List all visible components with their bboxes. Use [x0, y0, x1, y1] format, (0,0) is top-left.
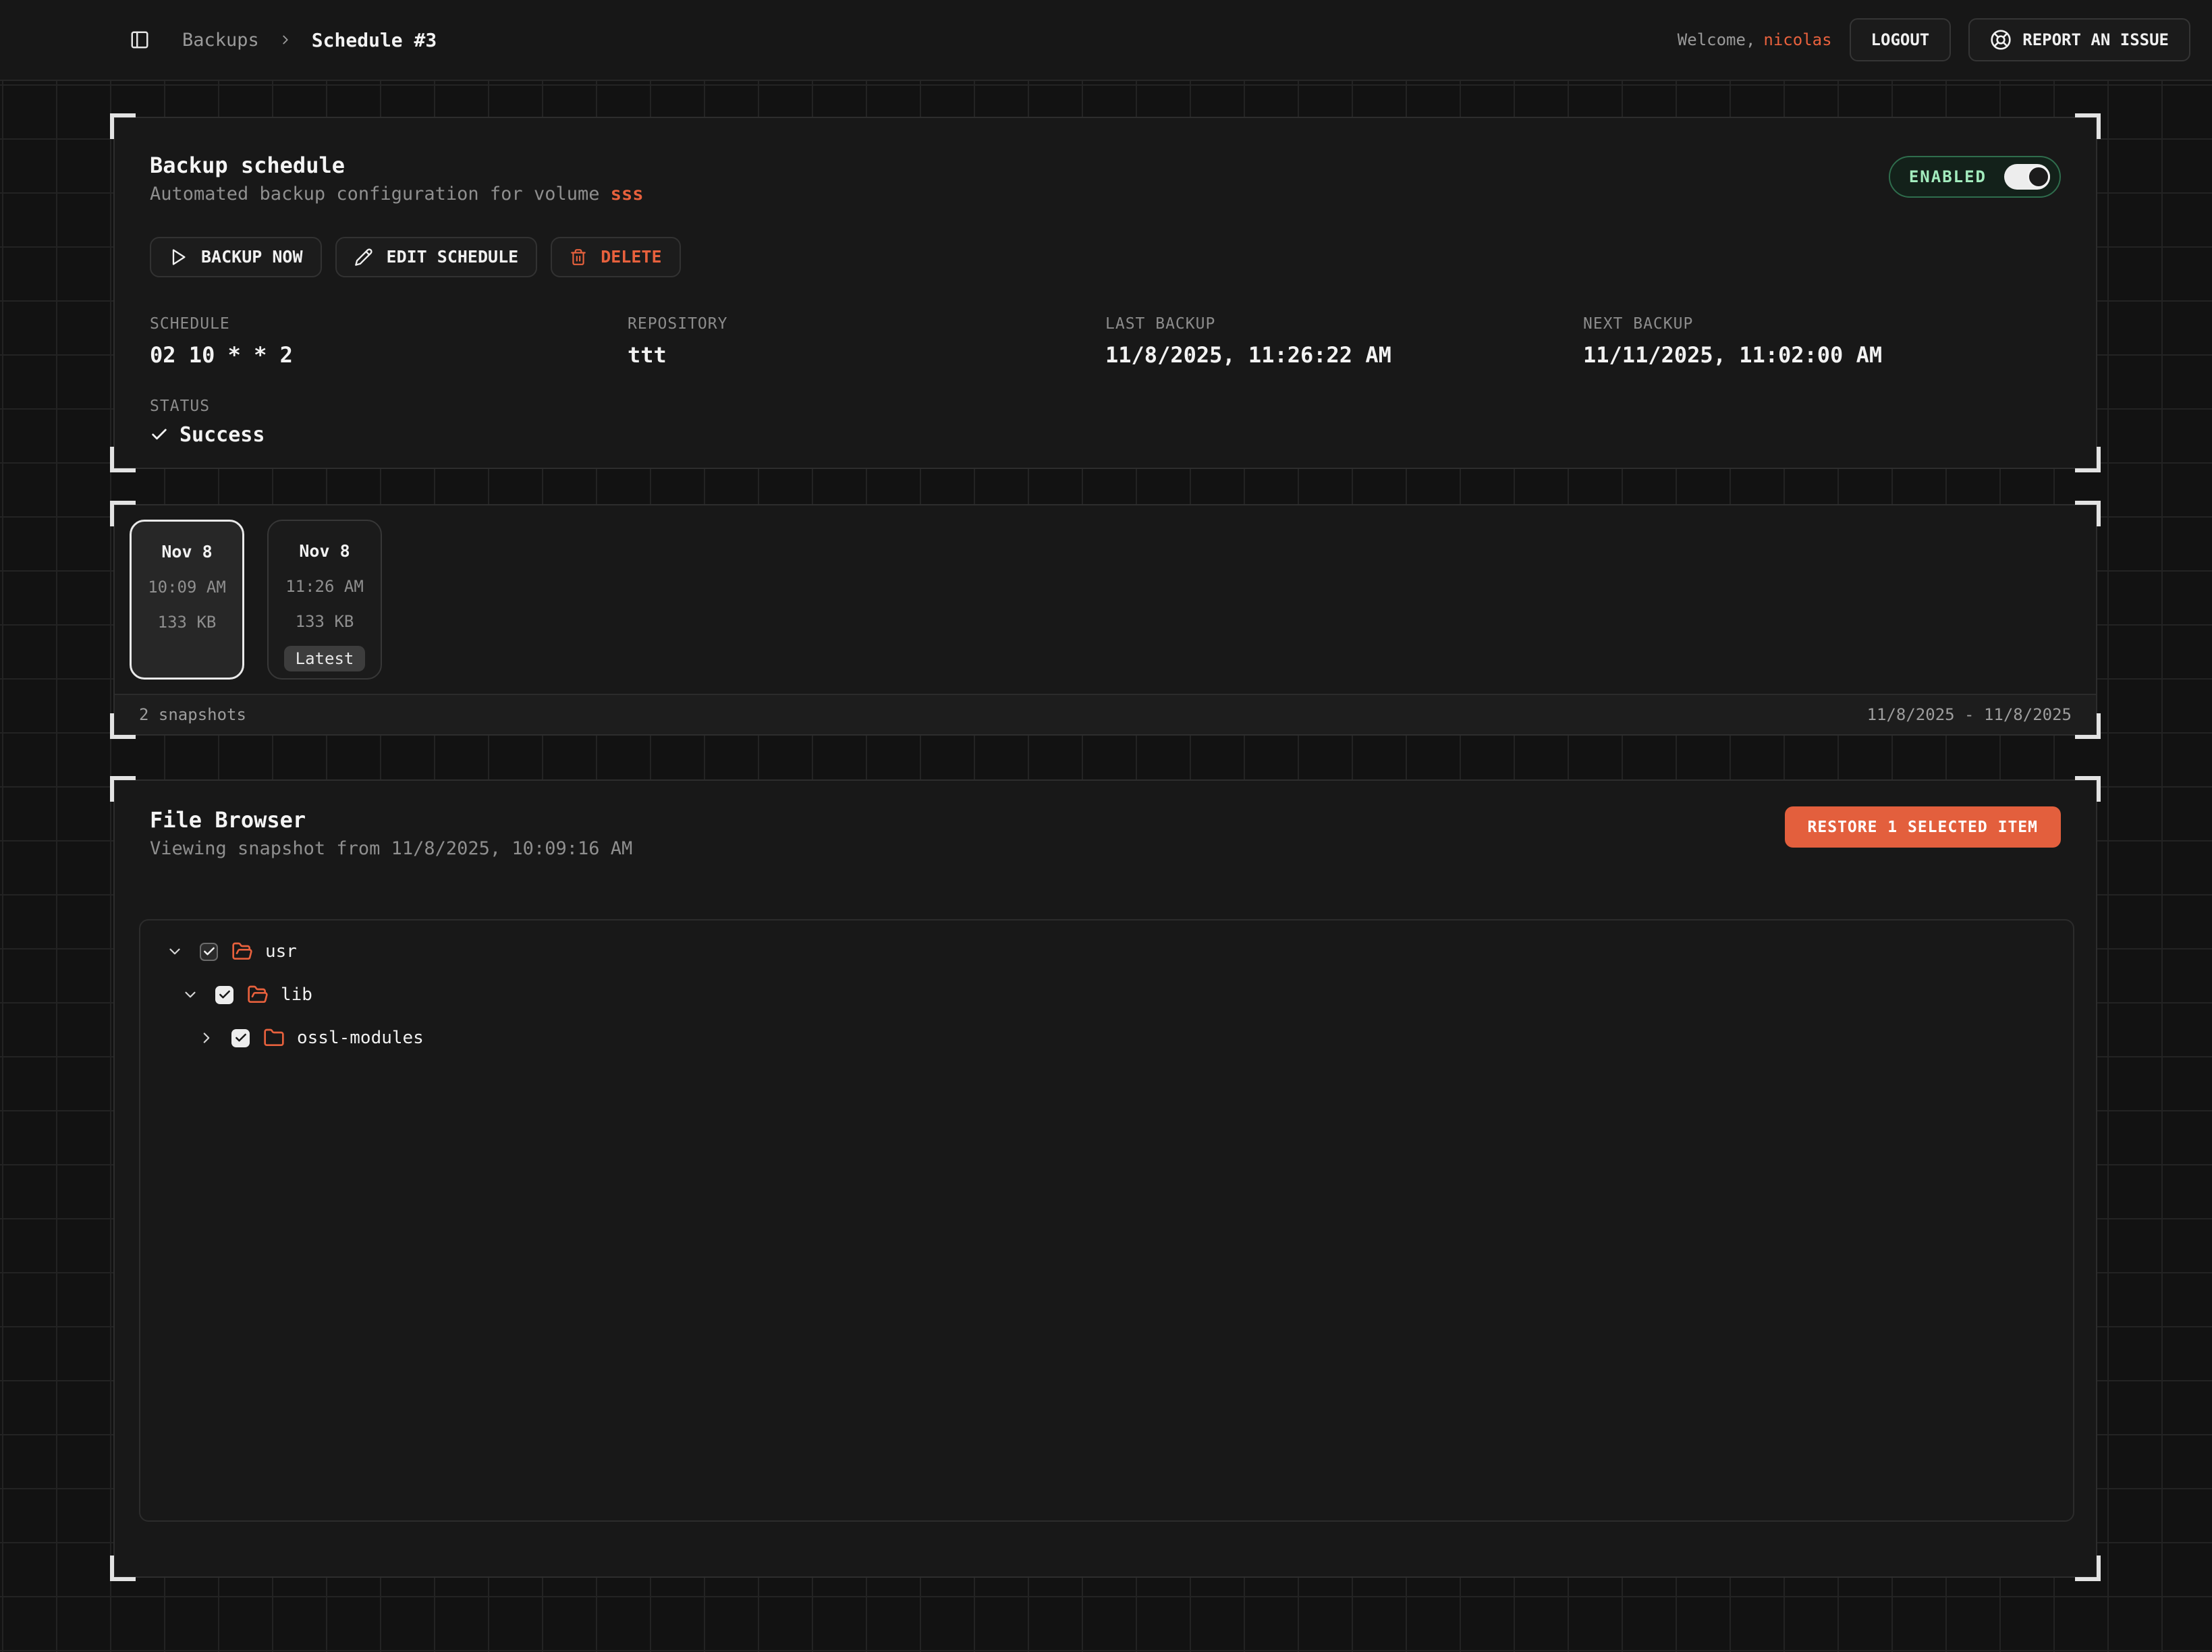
field-label: REPOSITORY — [628, 315, 1105, 333]
chevron-right-icon[interactable] — [198, 1029, 215, 1047]
file-browser-title: File Browser — [150, 808, 632, 833]
backup-now-button[interactable]: BACKUP NOW — [150, 237, 322, 277]
field-last-backup: LAST BACKUP 11/8/2025, 11:26:22 AM — [1105, 315, 1583, 368]
enabled-toggle[interactable]: ENABLED — [1889, 156, 2061, 198]
tree-row-ossl-modules[interactable]: ossl-modules — [140, 1016, 2073, 1059]
snapshot-count: 2 snapshots — [139, 705, 246, 724]
status-block: STATUS Success — [150, 397, 2061, 447]
tree-row-lib[interactable]: lib — [140, 973, 2073, 1016]
tree-row-usr[interactable]: usr — [140, 930, 2073, 973]
latest-badge: Latest — [284, 646, 366, 671]
field-next-backup: NEXT BACKUP 11/11/2025, 11:02:00 AM — [1583, 315, 2061, 368]
field-value: 11/8/2025, 11:26:22 AM — [1105, 342, 1583, 368]
sidebar-toggle-button[interactable] — [130, 30, 150, 50]
logout-button[interactable]: LOGOUT — [1850, 18, 1952, 61]
schedule-panel-subtitle: Automated backup configuration for volum… — [150, 184, 644, 204]
corner-bracket — [2075, 113, 2101, 139]
checkbox-lib[interactable] — [215, 986, 233, 1004]
backup-now-label: BACKUP NOW — [201, 247, 303, 267]
corner-bracket — [110, 447, 136, 472]
enabled-toggle-label: ENABLED — [1909, 167, 1987, 186]
trash-icon — [570, 248, 587, 266]
edit-schedule-label: EDIT SCHEDULE — [387, 247, 519, 267]
snapshot-date: Nov 8 — [161, 542, 212, 561]
report-issue-button[interactable]: REPORT AN ISSUE — [1968, 18, 2190, 61]
file-browser-subtitle: Viewing snapshot from 11/8/2025, 10:09:1… — [150, 838, 632, 859]
delete-label: DELETE — [601, 247, 661, 267]
restore-selected-button[interactable]: RESTORE 1 SELECTED ITEM — [1785, 806, 2062, 848]
chevron-down-icon[interactable] — [182, 986, 199, 1003]
backup-app: Backups Schedule #3 Welcome, nicolas LOGO… — [0, 0, 2212, 1652]
snapshot-card-selected[interactable]: Nov 8 10:09 AM 133 KB — [130, 520, 244, 680]
tree-label: ossl-modules — [297, 1028, 424, 1048]
panel-left-icon — [130, 30, 150, 50]
snapshot-date-range: 11/8/2025 - 11/8/2025 — [1867, 705, 2072, 724]
report-issue-label: REPORT AN ISSUE — [2022, 30, 2169, 49]
snapshot-date: Nov 8 — [299, 541, 350, 561]
field-value: ttt — [628, 342, 1105, 368]
snapshot-time: 10:09 AM — [148, 578, 226, 597]
breadcrumb-current-page: Schedule #3 — [312, 29, 437, 51]
snapshot-card-list: Nov 8 10:09 AM 133 KB Nov 8 11:26 AM 133… — [115, 505, 2096, 680]
status-value: Success — [179, 423, 265, 447]
play-icon — [169, 248, 188, 267]
tree-label: lib — [281, 985, 312, 1005]
breadcrumb: Backups Schedule #3 — [182, 29, 437, 51]
field-value: 02 10 * * 2 — [150, 342, 628, 368]
field-schedule: SCHEDULE 02 10 * * 2 — [150, 315, 628, 368]
welcome-prefix: Welcome, — [1678, 30, 1756, 49]
field-label: SCHEDULE — [150, 315, 628, 333]
subtitle-prefix: Automated backup configuration for volum… — [150, 184, 611, 204]
volume-name: sss — [611, 184, 644, 204]
welcome-text: Welcome, nicolas — [1678, 30, 1832, 49]
username: nicolas — [1763, 30, 1831, 49]
corner-bracket — [2075, 1555, 2101, 1581]
checkbox-usr[interactable] — [200, 943, 218, 961]
lifebuoy-icon — [1990, 29, 2012, 51]
status-label: STATUS — [150, 397, 2061, 415]
corner-bracket — [110, 113, 136, 139]
logout-label: LOGOUT — [1871, 30, 1930, 49]
pencil-icon — [354, 248, 373, 267]
field-label: LAST BACKUP — [1105, 315, 1583, 333]
corner-bracket — [110, 776, 136, 802]
snapshots-panel: Nov 8 10:09 AM 133 KB Nov 8 11:26 AM 133… — [113, 504, 2097, 736]
folder-icon — [263, 1027, 285, 1049]
snapshot-size: 133 KB — [296, 612, 354, 631]
snapshot-size: 133 KB — [158, 613, 217, 632]
folder-open-icon — [231, 941, 253, 962]
field-label: NEXT BACKUP — [1583, 315, 2061, 333]
toggle-track — [2004, 164, 2050, 190]
file-browser-panel: File Browser Viewing snapshot from 11/8/… — [113, 779, 2097, 1578]
check-icon — [150, 425, 169, 444]
backup-schedule-panel: Backup schedule Automated backup configu… — [113, 117, 2097, 469]
topbar: Backups Schedule #3 Welcome, nicolas LOGO… — [0, 0, 2212, 81]
field-repository: REPOSITORY ttt — [628, 315, 1105, 368]
folder-open-icon — [247, 984, 269, 1006]
file-tree: usr lib — [139, 919, 2074, 1522]
schedule-panel-title: Backup schedule — [150, 153, 644, 178]
edit-schedule-button[interactable]: EDIT SCHEDULE — [335, 237, 538, 277]
checkbox-ossl-modules[interactable] — [231, 1029, 250, 1047]
restore-selected-label: RESTORE 1 SELECTED ITEM — [1808, 819, 2039, 836]
corner-bracket — [2075, 447, 2101, 472]
field-value: 11/11/2025, 11:02:00 AM — [1583, 342, 2061, 368]
schedule-details: SCHEDULE 02 10 * * 2 REPOSITORY ttt LAST… — [150, 315, 2061, 368]
chevron-right-icon — [278, 32, 293, 47]
delete-button[interactable]: DELETE — [551, 237, 680, 277]
chevron-down-icon[interactable] — [166, 943, 184, 960]
corner-bracket — [2075, 776, 2101, 802]
toggle-knob — [2027, 165, 2050, 188]
breadcrumb-backups[interactable]: Backups — [182, 30, 259, 51]
snapshot-card-latest[interactable]: Nov 8 11:26 AM 133 KB Latest — [267, 520, 382, 680]
snapshots-footer: 2 snapshots 11/8/2025 - 11/8/2025 — [115, 694, 2096, 734]
tree-label: usr — [265, 941, 297, 962]
snapshot-time: 11:26 AM — [285, 577, 364, 596]
corner-bracket — [110, 1555, 136, 1581]
